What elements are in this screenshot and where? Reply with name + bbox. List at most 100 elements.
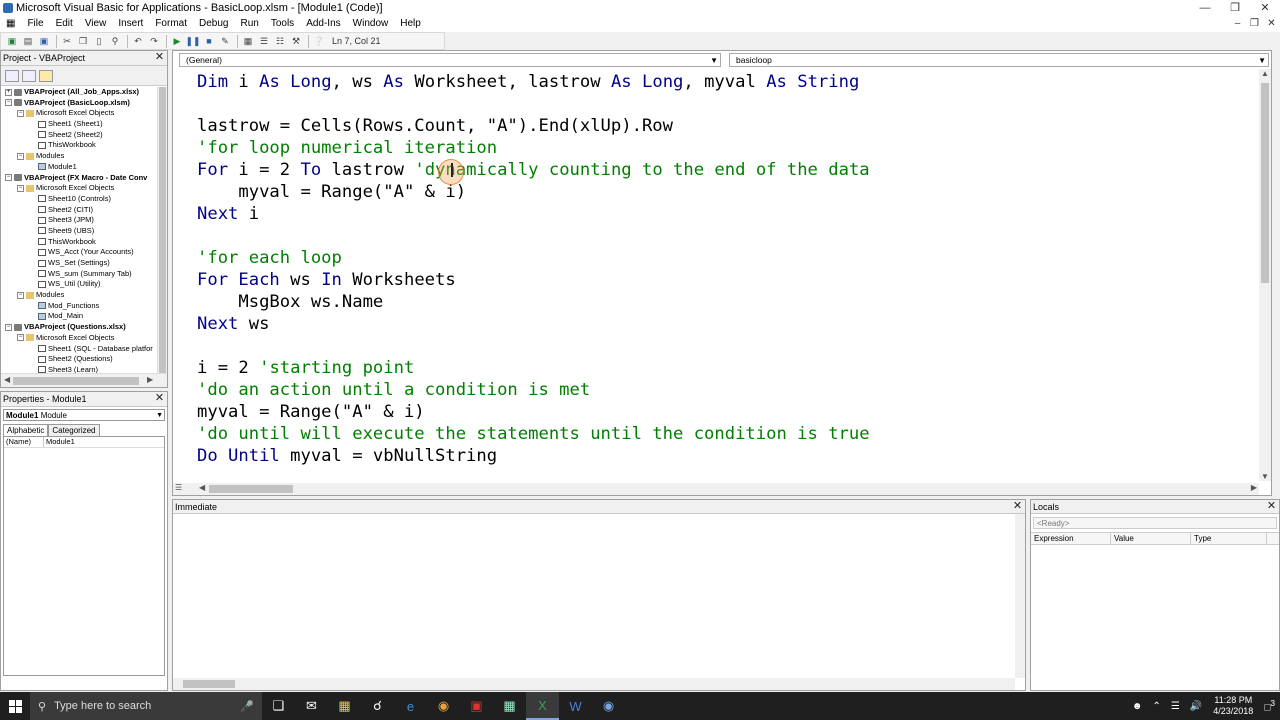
find-icon[interactable]: ⚲: [108, 34, 122, 48]
menu-tools[interactable]: Tools: [265, 16, 300, 32]
minimize-button[interactable]: —: [1190, 0, 1220, 16]
menu-help[interactable]: Help: [394, 16, 427, 32]
code-hscroll[interactable]: ☰ ◀ ▶: [173, 483, 1259, 495]
generic-app-icon[interactable]: ◉: [592, 692, 625, 720]
tree-item[interactable]: − Modules: [1, 290, 157, 301]
collapse-icon[interactable]: −: [17, 334, 24, 342]
properties-window-icon[interactable]: ☰: [257, 34, 271, 48]
tree-item[interactable]: + VBAProject (All_Job_Apps.xlsx): [1, 87, 157, 98]
start-button[interactable]: [0, 692, 30, 720]
object-browser-icon[interactable]: ☷: [273, 34, 287, 48]
tree-item[interactable]: Mod_Functions: [1, 301, 157, 312]
help-icon[interactable]: ❔: [312, 34, 326, 48]
close-button[interactable]: ✕: [1250, 0, 1280, 16]
code-line[interactable]: Next i: [197, 203, 1257, 225]
file-explorer-icon[interactable]: ▦: [328, 692, 361, 720]
tree-item[interactable]: Sheet2 (Questions): [1, 354, 157, 365]
menu-edit[interactable]: Edit: [50, 16, 79, 32]
close-properties-button[interactable]: ✕: [153, 392, 166, 405]
code-line[interactable]: MsgBox ws.Name: [197, 291, 1257, 313]
project-tree-hscroll[interactable]: ◀ ▶: [1, 373, 167, 387]
tree-item[interactable]: − VBAProject (BasicLoop.xlsm): [1, 98, 157, 109]
code-line[interactable]: For i = 2 To lastrow 'dynamically counti…: [197, 159, 1257, 181]
menu-view[interactable]: View: [79, 16, 113, 32]
tree-item[interactable]: − Microsoft Excel Objects: [1, 333, 157, 344]
save-icon[interactable]: ▣: [37, 34, 51, 48]
edge-icon[interactable]: e: [394, 692, 427, 720]
code-line[interactable]: For Each ws In Worksheets: [197, 269, 1257, 291]
collapse-icon[interactable]: −: [17, 184, 24, 192]
tree-item[interactable]: − Microsoft Excel Objects: [1, 108, 157, 119]
properties-object-select[interactable]: Module1 Module ▼: [3, 409, 165, 421]
break-icon[interactable]: ❚❚: [185, 34, 200, 48]
mdi-minimize-button[interactable]: –: [1229, 16, 1246, 32]
code-line[interactable]: [197, 335, 1257, 357]
task-view-icon[interactable]: ❏: [262, 692, 295, 720]
tree-item[interactable]: Sheet1 (Sheet1): [1, 119, 157, 130]
code-line[interactable]: lastrow = Cells(Rows.Count, "A").End(xlU…: [197, 115, 1257, 137]
code-line[interactable]: Next ws: [197, 313, 1257, 335]
collapse-icon[interactable]: −: [17, 109, 24, 117]
close-immediate-button[interactable]: ✕: [1011, 500, 1024, 513]
close-locals-button[interactable]: ✕: [1265, 500, 1278, 513]
tree-item[interactable]: − Microsoft Excel Objects: [1, 183, 157, 194]
collapse-icon[interactable]: −: [17, 152, 24, 160]
menu-insert[interactable]: Insert: [112, 16, 149, 32]
code-line[interactable]: Dim i As Long, ws As Worksheet, lastrow …: [197, 71, 1257, 93]
run-icon[interactable]: ▶: [170, 34, 184, 48]
volume-icon[interactable]: 🔊: [1185, 701, 1207, 712]
immediate-window[interactable]: Immediate ✕: [172, 499, 1026, 691]
excel-app-icon[interactable]: ▦: [0, 16, 21, 32]
paste-icon[interactable]: ▯: [92, 34, 106, 48]
show-hidden-icons-icon[interactable]: ⌃: [1147, 701, 1165, 712]
expand-icon[interactable]: +: [5, 88, 12, 96]
tree-item[interactable]: ThisWorkbook: [1, 140, 157, 151]
tree-item[interactable]: Sheet3 (Learn): [1, 365, 157, 373]
procedure-combo[interactable]: basicloop ▼: [729, 53, 1269, 67]
tree-item[interactable]: Mod_Main: [1, 311, 157, 322]
reset-icon[interactable]: ■: [202, 34, 216, 48]
cut-icon[interactable]: ✂: [60, 34, 74, 48]
store-icon[interactable]: ☌: [361, 692, 394, 720]
tree-item[interactable]: WS_Set (Settings): [1, 258, 157, 269]
code-vscroll[interactable]: ▲ ▼: [1259, 69, 1271, 481]
project-explorer-icon[interactable]: ▦: [241, 34, 255, 48]
network-icon[interactable]: ☰: [1166, 701, 1185, 712]
code-line[interactable]: 'for loop numerical iteration: [197, 137, 1257, 159]
excel-icon[interactable]: X: [526, 692, 559, 720]
tree-item[interactable]: Sheet9 (UBS): [1, 226, 157, 237]
locals-col-expression[interactable]: Expression: [1031, 533, 1111, 544]
tree-item[interactable]: Sheet3 (JPM): [1, 215, 157, 226]
code-line[interactable]: [197, 225, 1257, 247]
immediate-vscroll[interactable]: [1015, 514, 1025, 678]
code-line[interactable]: Do Until myval = vbNullString: [197, 445, 1257, 467]
tree-item[interactable]: ThisWorkbook: [1, 237, 157, 248]
tree-item[interactable]: Sheet2 (Sheet2): [1, 130, 157, 141]
mdi-close-button[interactable]: ✕: [1263, 16, 1280, 32]
code-line[interactable]: myval = Range("A" & i): [197, 181, 1257, 203]
design-mode-icon[interactable]: ✎: [218, 34, 232, 48]
people-icon[interactable]: ☻: [1127, 701, 1148, 712]
project-tree-vscroll[interactable]: [157, 87, 167, 387]
taskbar-search-box[interactable]: ⚲ Type here to search 🎤: [30, 692, 262, 720]
close-project-explorer-button[interactable]: ✕: [153, 51, 166, 64]
code-line[interactable]: i = 2 'starting point: [197, 357, 1257, 379]
tree-item[interactable]: − VBAProject (Questions.xlsx): [1, 322, 157, 333]
locals-col-value[interactable]: Value: [1111, 533, 1191, 544]
collapse-icon[interactable]: −: [5, 174, 12, 182]
notifications-icon[interactable]: □3: [1259, 698, 1280, 713]
tree-item[interactable]: Sheet1 (SQL - Database platfor: [1, 344, 157, 355]
code-line[interactable]: [197, 93, 1257, 115]
tree-item[interactable]: Module1: [1, 162, 157, 173]
view-object-button[interactable]: [22, 69, 36, 82]
menu-file[interactable]: File: [21, 16, 49, 32]
tree-item[interactable]: Sheet10 (Controls): [1, 194, 157, 205]
mail-icon[interactable]: ✉: [295, 692, 328, 720]
code-line[interactable]: myval = Range("A" & i): [197, 401, 1257, 423]
menu-add-ins[interactable]: Add-Ins: [300, 16, 346, 32]
code-line[interactable]: 'do an action until a condition is met: [197, 379, 1257, 401]
maximize-button[interactable]: ❐: [1220, 0, 1250, 16]
menu-run[interactable]: Run: [234, 16, 264, 32]
tree-item[interactable]: Sheet2 (CITI): [1, 205, 157, 216]
menu-window[interactable]: Window: [347, 16, 395, 32]
